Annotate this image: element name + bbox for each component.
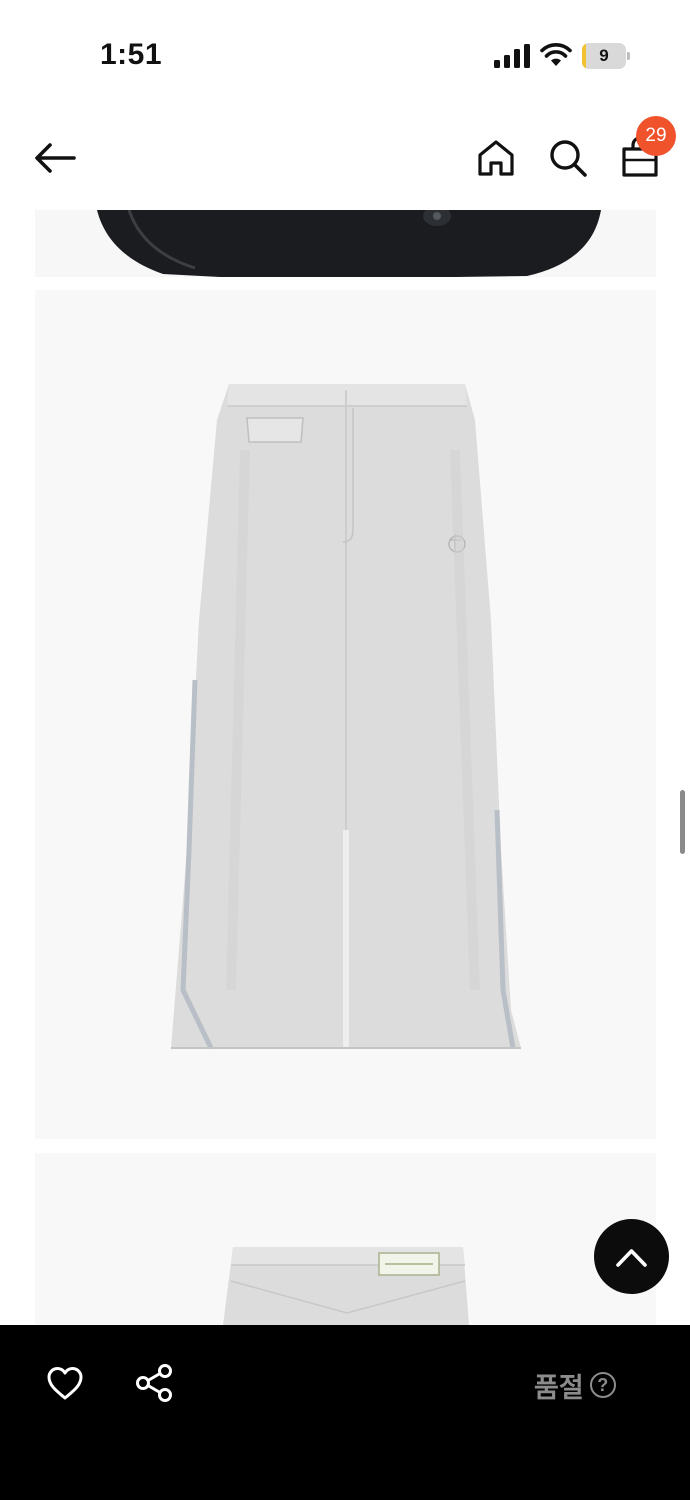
product-image-grey-skirt-back-partial: [35, 1153, 656, 1325]
cart-count-badge[interactable]: 29: [636, 116, 676, 156]
scrollbar[interactable]: [680, 790, 685, 854]
back-arrow-icon[interactable]: [30, 138, 78, 178]
wifi-icon: [540, 43, 572, 66]
product-image-dark-object-partial: [35, 210, 656, 277]
chevron-up-icon: [616, 1249, 647, 1267]
share-icon[interactable]: [134, 1363, 174, 1403]
status-bar: 1:51 9: [0, 0, 690, 110]
bottom-action-bar: 품절 ?: [0, 1325, 690, 1500]
sold-out-status: 품절 ?: [534, 1367, 616, 1404]
battery-icon: 9: [582, 43, 630, 69]
sold-out-label: 품절: [534, 1372, 584, 1404]
cellular-signal-icon: [494, 44, 530, 68]
scroll-to-top-button[interactable]: [594, 1219, 669, 1294]
help-circle-icon[interactable]: ?: [589, 1372, 616, 1398]
top-nav-bar: [0, 110, 690, 210]
heart-icon[interactable]: [46, 1365, 84, 1401]
search-icon[interactable]: [548, 138, 588, 178]
battery-level: 9: [599, 46, 609, 65]
product-image-grey-maxi-skirt-front: [35, 290, 656, 1139]
home-icon[interactable]: [476, 138, 516, 178]
status-time: 1:51: [100, 38, 163, 71]
